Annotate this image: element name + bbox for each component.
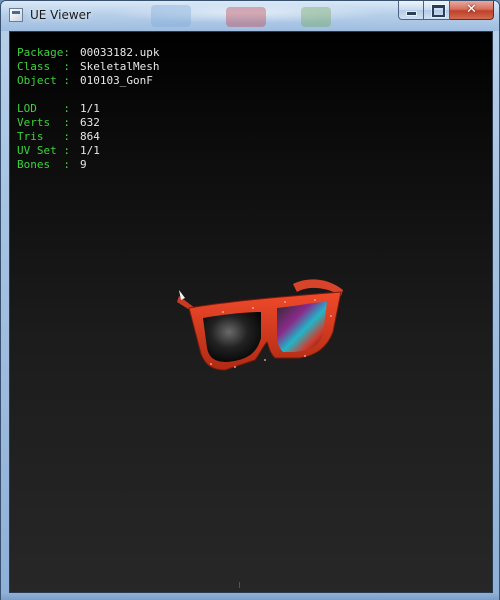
package-value: 00033182.upk (80, 46, 160, 59)
close-icon: ✕ (466, 2, 477, 18)
background-blur (151, 5, 191, 27)
info-row-tris: Tris : 864 (17, 130, 159, 144)
app-window-icon[interactable] (9, 8, 23, 22)
background-blur (301, 7, 331, 27)
class-label: Class : (17, 60, 70, 73)
object-label: Object : (17, 74, 70, 87)
info-row-bones: Bones : 9 (17, 158, 159, 172)
lod-label: LOD : (17, 102, 70, 115)
window-bottom-border (1, 593, 499, 600)
class-value: SkeletalMesh (80, 60, 160, 73)
lod-value: 1/1 (80, 102, 100, 115)
uvset-label: UV Set : (17, 144, 70, 157)
maximize-button[interactable] (424, 1, 450, 20)
mesh-info-overlay: Package: 00033182.upk Class : SkeletalMesh… (17, 46, 159, 172)
info-row-verts: Verts : 632 (17, 116, 159, 130)
window-title: UE Viewer (30, 8, 91, 22)
app-window: UE Viewer ✕ Package: 00033182.upk Class :… (0, 0, 500, 600)
tris-label: Tris : (17, 130, 70, 143)
object-value: 010103_GonF (80, 74, 153, 87)
info-row-lod: LOD : 1/1 (17, 102, 159, 116)
minimize-icon (407, 12, 416, 15)
minimize-button[interactable] (398, 1, 424, 20)
3d-viewport[interactable]: Package: 00033182.upk Class : SkeletalMesh… (9, 31, 493, 593)
maximize-icon (432, 5, 445, 17)
bones-label: Bones : (17, 158, 70, 171)
verts-value: 632 (80, 116, 100, 129)
verts-label: Verts : (17, 116, 70, 129)
package-label: Package: (17, 46, 70, 59)
info-row-package: Package: 00033182.upk (17, 46, 159, 60)
bones-value: 9 (80, 158, 87, 171)
uvset-value: 1/1 (80, 144, 100, 157)
background-blur (226, 7, 266, 27)
axis-marker (239, 582, 240, 588)
info-row-uvset: UV Set : 1/1 (17, 144, 159, 158)
tris-value: 864 (80, 130, 100, 143)
info-row-object: Object : 010103_GonF (17, 74, 159, 88)
close-button[interactable]: ✕ (450, 1, 494, 20)
title-bar[interactable]: UE Viewer ✕ (1, 1, 499, 31)
info-row-class: Class : SkeletalMesh (17, 60, 159, 74)
caption-buttons: ✕ (398, 1, 494, 21)
sunglasses-mesh[interactable] (165, 272, 345, 372)
